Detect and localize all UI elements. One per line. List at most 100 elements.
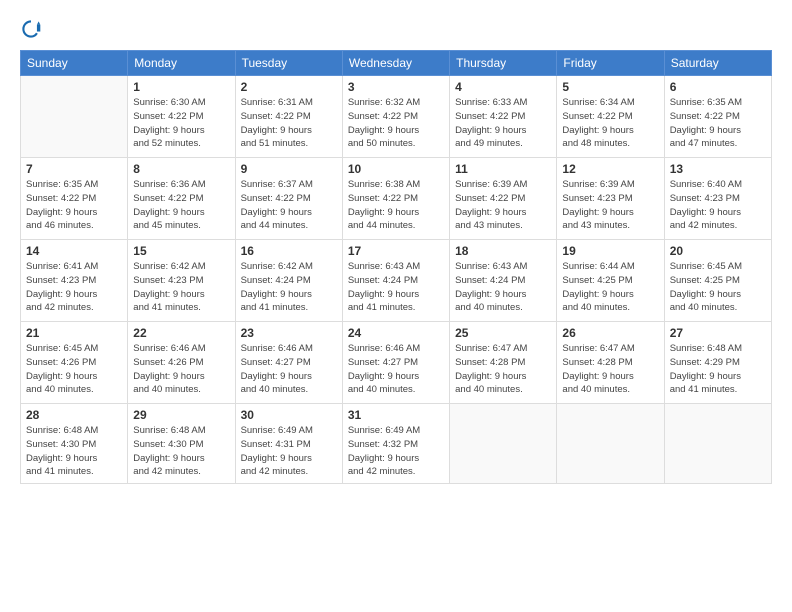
calendar-cell: 26Sunrise: 6:47 AMSunset: 4:28 PMDayligh…: [557, 322, 664, 404]
day-info: Sunrise: 6:38 AMSunset: 4:22 PMDaylight:…: [348, 178, 444, 233]
calendar-cell: 18 Sunrise: 6:43 AMSunset: 4:24 PMDayligh…: [450, 240, 557, 322]
calendar-cell: 28 Sunrise: 6:48 AMSunset: 4:30 PMDayligh…: [21, 404, 128, 484]
calendar-cell: 6 Sunrise: 6:35 AMSunset: 4:22 PMDaylight…: [664, 76, 771, 158]
day-info: Sunrise: 6:49 AMSunset: 4:31 PMDaylight:…: [241, 424, 337, 479]
day-info: Sunrise: 6:47 AMSunset: 4:28 PMDaylight:…: [455, 342, 551, 397]
calendar-cell: 5Sunrise: 6:34 AMSunset: 4:22 PMDaylight…: [557, 76, 664, 158]
day-info: Sunrise: 6:48 AMSunset: 4:30 PMDaylight:…: [133, 424, 229, 479]
weekday-header-row: SundayMondayTuesdayWednesdayThursdayFrid…: [21, 51, 772, 76]
week-row-1: 1 Sunrise: 6:30 AMSunset: 4:22 PMDaylight…: [21, 76, 772, 158]
day-info: Sunrise: 6:32 AMSunset: 4:22 PMDaylight:…: [348, 96, 444, 151]
day-info: Sunrise: 6:33 AMSunset: 4:22 PMDaylight:…: [455, 96, 551, 151]
day-info: Sunrise: 6:39 AMSunset: 4:22 PMDaylight:…: [455, 178, 551, 233]
weekday-header-tuesday: Tuesday: [235, 51, 342, 76]
calendar-cell: 25Sunrise: 6:47 AMSunset: 4:28 PMDayligh…: [450, 322, 557, 404]
day-info: Sunrise: 6:35 AMSunset: 4:22 PMDaylight:…: [670, 96, 766, 151]
calendar-cell: 22 Sunrise: 6:46 AMSunset: 4:26 PMDayligh…: [128, 322, 235, 404]
calendar-cell: 14 Sunrise: 6:41 AMSunset: 4:23 PMDayligh…: [21, 240, 128, 322]
calendar-cell: [450, 404, 557, 484]
calendar-cell: [21, 76, 128, 158]
day-info: Sunrise: 6:37 AMSunset: 4:22 PMDaylight:…: [241, 178, 337, 233]
calendar-cell: 11 Sunrise: 6:39 AMSunset: 4:22 PMDayligh…: [450, 158, 557, 240]
day-number: 29: [133, 408, 229, 422]
day-number: 8: [133, 162, 229, 176]
day-number: 1: [133, 80, 229, 94]
day-info: Sunrise: 6:43 AMSunset: 4:24 PMDaylight:…: [348, 260, 444, 315]
calendar-cell: 9 Sunrise: 6:37 AMSunset: 4:22 PMDaylight…: [235, 158, 342, 240]
day-number: 23: [241, 326, 337, 340]
day-number: 6: [670, 80, 766, 94]
week-row-2: 7Sunrise: 6:35 AMSunset: 4:22 PMDaylight…: [21, 158, 772, 240]
day-info: Sunrise: 6:31 AMSunset: 4:22 PMDaylight:…: [241, 96, 337, 151]
calendar-cell: 1 Sunrise: 6:30 AMSunset: 4:22 PMDaylight…: [128, 76, 235, 158]
calendar-cell: 2 Sunrise: 6:31 AMSunset: 4:22 PMDaylight…: [235, 76, 342, 158]
weekday-header-monday: Monday: [128, 51, 235, 76]
day-info: Sunrise: 6:45 AMSunset: 4:25 PMDaylight:…: [670, 260, 766, 315]
calendar-cell: 30 Sunrise: 6:49 AMSunset: 4:31 PMDayligh…: [235, 404, 342, 484]
calendar-cell: 8Sunrise: 6:36 AMSunset: 4:22 PMDaylight…: [128, 158, 235, 240]
day-info: Sunrise: 6:42 AMSunset: 4:23 PMDaylight:…: [133, 260, 229, 315]
day-number: 16: [241, 244, 337, 258]
day-number: 3: [348, 80, 444, 94]
weekday-header-thursday: Thursday: [450, 51, 557, 76]
weekday-header-sunday: Sunday: [21, 51, 128, 76]
day-number: 17: [348, 244, 444, 258]
week-row-4: 21 Sunrise: 6:45 AMSunset: 4:26 PMDayligh…: [21, 322, 772, 404]
calendar-cell: 12Sunrise: 6:39 AMSunset: 4:23 PMDayligh…: [557, 158, 664, 240]
page: SundayMondayTuesdayWednesdayThursdayFrid…: [0, 0, 792, 612]
day-number: 30: [241, 408, 337, 422]
calendar-cell: 23 Sunrise: 6:46 AMSunset: 4:27 PMDayligh…: [235, 322, 342, 404]
calendar-cell: 29 Sunrise: 6:48 AMSunset: 4:30 PMDayligh…: [128, 404, 235, 484]
calendar-cell: 24Sunrise: 6:46 AMSunset: 4:27 PMDayligh…: [342, 322, 449, 404]
day-info: Sunrise: 6:43 AMSunset: 4:24 PMDaylight:…: [455, 260, 551, 315]
day-number: 14: [26, 244, 122, 258]
calendar-cell: 7Sunrise: 6:35 AMSunset: 4:22 PMDaylight…: [21, 158, 128, 240]
weekday-header-friday: Friday: [557, 51, 664, 76]
day-number: 28: [26, 408, 122, 422]
calendar-cell: [664, 404, 771, 484]
day-number: 31: [348, 408, 444, 422]
calendar-cell: 4 Sunrise: 6:33 AMSunset: 4:22 PMDaylight…: [450, 76, 557, 158]
calendar-cell: 16 Sunrise: 6:42 AMSunset: 4:24 PMDayligh…: [235, 240, 342, 322]
day-number: 15: [133, 244, 229, 258]
calendar-table: SundayMondayTuesdayWednesdayThursdayFrid…: [20, 50, 772, 484]
day-info: Sunrise: 6:46 AMSunset: 4:26 PMDaylight:…: [133, 342, 229, 397]
calendar-cell: 19 Sunrise: 6:44 AMSunset: 4:25 PMDayligh…: [557, 240, 664, 322]
week-row-3: 14 Sunrise: 6:41 AMSunset: 4:23 PMDayligh…: [21, 240, 772, 322]
calendar-cell: 27 Sunrise: 6:48 AMSunset: 4:29 PMDayligh…: [664, 322, 771, 404]
day-number: 4: [455, 80, 551, 94]
calendar-cell: 3 Sunrise: 6:32 AMSunset: 4:22 PMDaylight…: [342, 76, 449, 158]
day-number: 12: [562, 162, 658, 176]
day-number: 27: [670, 326, 766, 340]
day-info: Sunrise: 6:41 AMSunset: 4:23 PMDaylight:…: [26, 260, 122, 315]
day-info: Sunrise: 6:45 AMSunset: 4:26 PMDaylight:…: [26, 342, 122, 397]
day-number: 22: [133, 326, 229, 340]
day-number: 9: [241, 162, 337, 176]
day-number: 20: [670, 244, 766, 258]
day-info: Sunrise: 6:46 AMSunset: 4:27 PMDaylight:…: [241, 342, 337, 397]
weekday-header-saturday: Saturday: [664, 51, 771, 76]
day-info: Sunrise: 6:35 AMSunset: 4:22 PMDaylight:…: [26, 178, 122, 233]
day-info: Sunrise: 6:48 AMSunset: 4:30 PMDaylight:…: [26, 424, 122, 479]
day-info: Sunrise: 6:47 AMSunset: 4:28 PMDaylight:…: [562, 342, 658, 397]
day-number: 21: [26, 326, 122, 340]
calendar-cell: 20 Sunrise: 6:45 AMSunset: 4:25 PMDayligh…: [664, 240, 771, 322]
day-info: Sunrise: 6:46 AMSunset: 4:27 PMDaylight:…: [348, 342, 444, 397]
day-number: 2: [241, 80, 337, 94]
day-number: 11: [455, 162, 551, 176]
day-info: Sunrise: 6:49 AMSunset: 4:32 PMDaylight:…: [348, 424, 444, 479]
day-info: Sunrise: 6:30 AMSunset: 4:22 PMDaylight:…: [133, 96, 229, 151]
calendar-cell: 31 Sunrise: 6:49 AMSunset: 4:32 PMDayligh…: [342, 404, 449, 484]
day-info: Sunrise: 6:44 AMSunset: 4:25 PMDaylight:…: [562, 260, 658, 315]
day-info: Sunrise: 6:40 AMSunset: 4:23 PMDaylight:…: [670, 178, 766, 233]
calendar-cell: 13Sunrise: 6:40 AMSunset: 4:23 PMDayligh…: [664, 158, 771, 240]
calendar-cell: 17 Sunrise: 6:43 AMSunset: 4:24 PMDayligh…: [342, 240, 449, 322]
calendar-cell: 21 Sunrise: 6:45 AMSunset: 4:26 PMDayligh…: [21, 322, 128, 404]
logo-icon: [20, 18, 42, 40]
day-number: 19: [562, 244, 658, 258]
day-info: Sunrise: 6:42 AMSunset: 4:24 PMDaylight:…: [241, 260, 337, 315]
day-number: 18: [455, 244, 551, 258]
weekday-header-wednesday: Wednesday: [342, 51, 449, 76]
day-info: Sunrise: 6:48 AMSunset: 4:29 PMDaylight:…: [670, 342, 766, 397]
calendar-cell: [557, 404, 664, 484]
